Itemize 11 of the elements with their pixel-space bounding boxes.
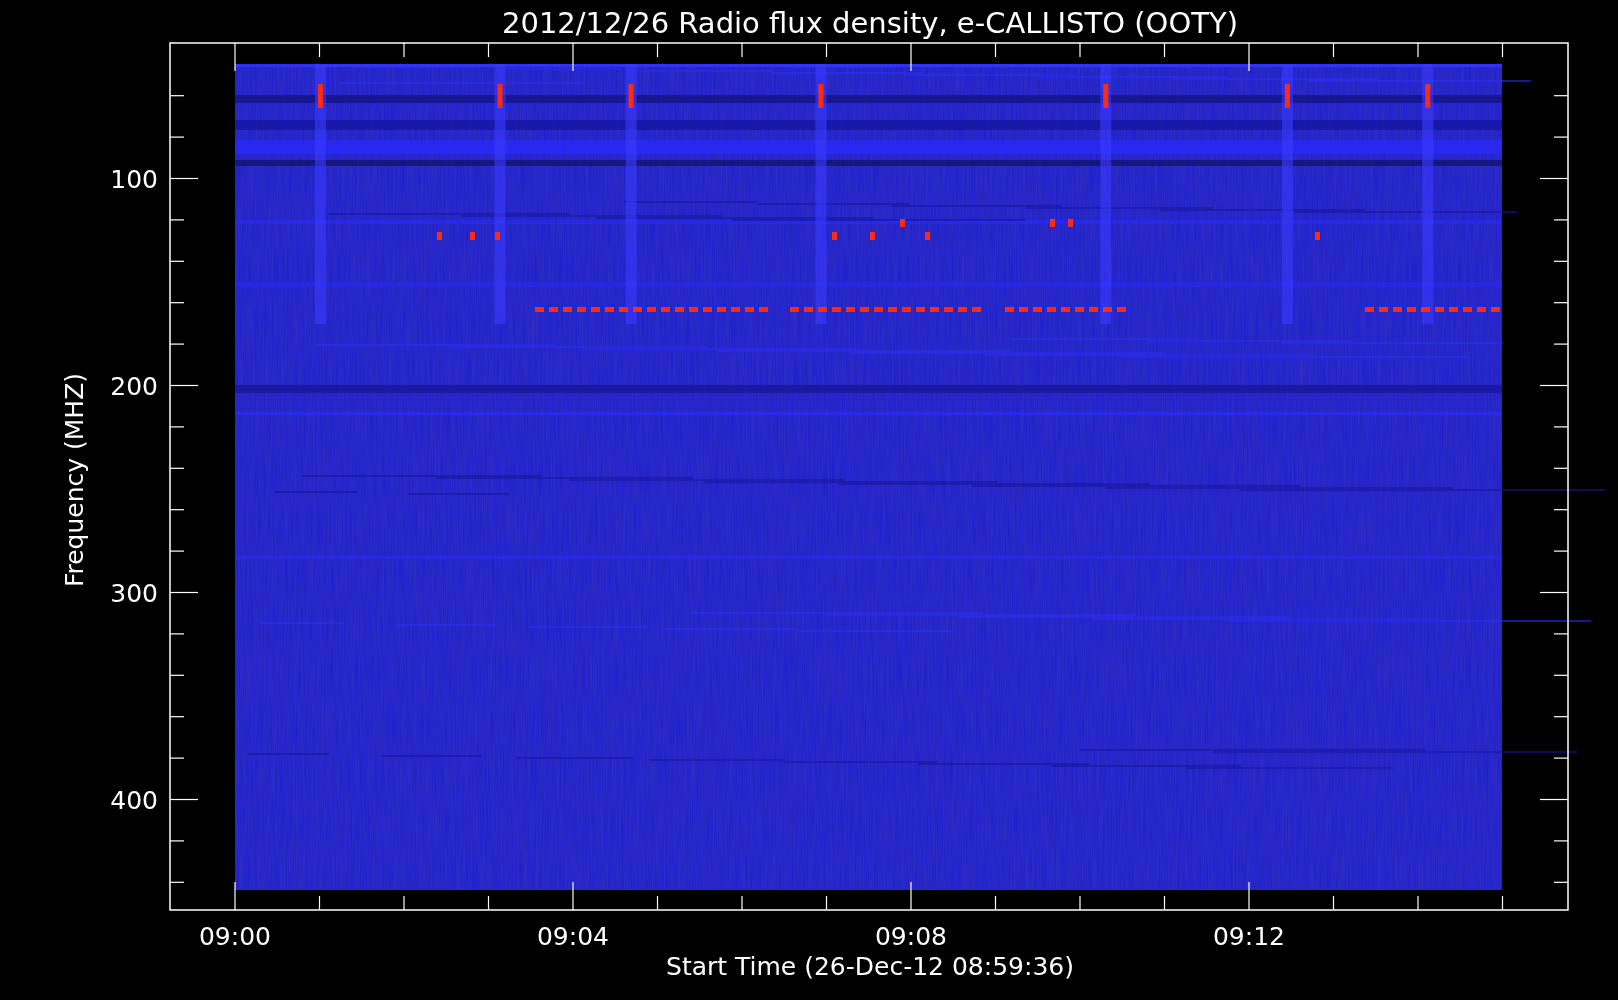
y-tick-label: 200 xyxy=(110,371,158,401)
x-tick-label: 09:12 xyxy=(1213,922,1285,951)
y-tick-label: 100 xyxy=(110,164,158,194)
x-axis-label: Start Time (26-Dec-12 08:59:36) xyxy=(666,952,1074,981)
chart-title: 2012/12/26 Radio flux density, e-CALLISTO (OOTY) xyxy=(502,6,1238,40)
y-tick-label: 300 xyxy=(110,578,158,608)
y-axis-label: Frequency (MHZ) xyxy=(60,372,89,588)
y-tick-label: 400 xyxy=(110,785,158,815)
x-tick-label: 09:08 xyxy=(875,922,947,951)
x-tick-label: 09:00 xyxy=(199,922,271,951)
x-tick-label: 09:04 xyxy=(537,922,609,951)
